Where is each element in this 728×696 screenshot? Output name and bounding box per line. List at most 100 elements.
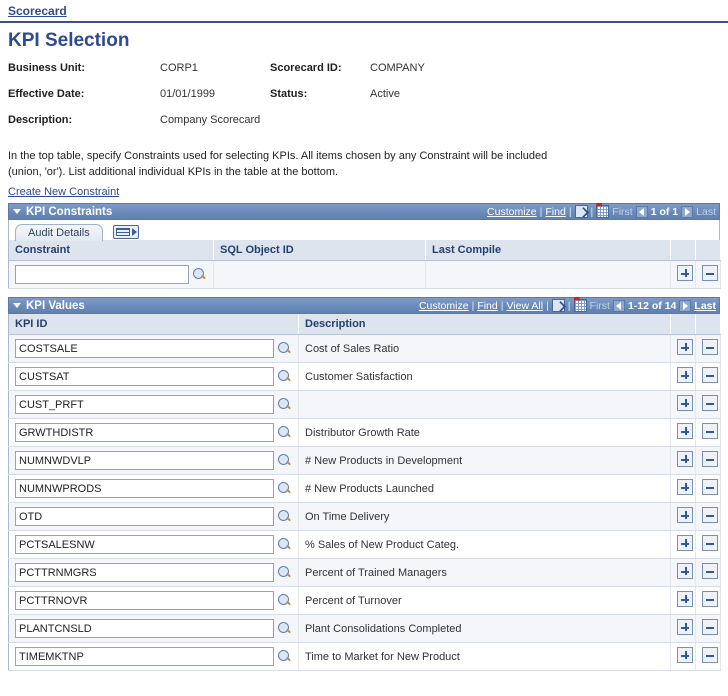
kpi-values-table: KPI ID Description Cost of Sales RatioCu…	[8, 314, 721, 671]
status-value: Active	[370, 88, 400, 100]
lookup-magnifier-icon[interactable]	[278, 537, 292, 552]
kpi-id-input[interactable]	[15, 647, 274, 666]
table-row: # New Products Launched	[8, 474, 721, 503]
delete-row-icon[interactable]	[702, 535, 718, 551]
values-view-all-link[interactable]: View All	[506, 300, 543, 312]
add-row-icon[interactable]	[677, 563, 693, 579]
kpi-id-input[interactable]	[15, 591, 274, 610]
constraints-customize-link[interactable]: Customize	[487, 206, 537, 218]
add-row-icon[interactable]	[677, 619, 693, 635]
tab-audit-details[interactable]: Audit Details	[15, 224, 103, 241]
add-row-cell	[670, 530, 696, 559]
constraints-find-link[interactable]: Find	[545, 206, 565, 218]
lookup-magnifier-icon[interactable]	[278, 425, 292, 440]
kpi-id-input[interactable]	[15, 339, 274, 358]
values-first-label[interactable]: First	[590, 300, 610, 312]
lookup-magnifier-icon[interactable]	[278, 593, 292, 608]
next-arrow-icon[interactable]	[681, 205, 694, 218]
breadcrumb: Scorecard	[0, 0, 728, 18]
constraint-input[interactable]	[15, 265, 189, 284]
next-arrow-icon[interactable]	[679, 299, 692, 312]
constraints-row-counter: 1 of 1	[650, 205, 679, 218]
lookup-magnifier-icon[interactable]	[278, 397, 292, 412]
values-customize-link[interactable]: Customize	[419, 300, 469, 312]
table-row: % Sales of New Product Categ.	[8, 530, 721, 559]
breadcrumb-link-scorecard[interactable]: Scorecard	[8, 4, 67, 18]
add-row-cell	[670, 558, 696, 587]
expand-icon[interactable]	[574, 205, 588, 218]
lookup-magnifier-icon[interactable]	[278, 621, 292, 636]
effective-date-label: Effective Date:	[8, 88, 85, 100]
table-row: Distributor Growth Rate	[8, 418, 721, 447]
delete-row-icon[interactable]	[702, 451, 718, 467]
delete-row-icon[interactable]	[702, 479, 718, 495]
prev-arrow-icon[interactable]	[612, 299, 625, 312]
delete-row-icon[interactable]	[702, 423, 718, 439]
delete-row-icon[interactable]	[702, 507, 718, 523]
lookup-magnifier-icon[interactable]	[278, 565, 292, 580]
add-row-icon[interactable]	[677, 395, 693, 411]
add-row-icon[interactable]	[677, 367, 693, 383]
kpi-id-input[interactable]	[15, 619, 274, 638]
add-row-icon[interactable]	[677, 507, 693, 523]
download-grid-icon[interactable]	[573, 299, 587, 312]
add-row-icon[interactable]	[677, 265, 693, 281]
delete-row-icon[interactable]	[702, 395, 718, 411]
kpi-id-input[interactable]	[15, 507, 274, 526]
delete-row-icon[interactable]	[702, 367, 718, 383]
constraints-header-row: Constraint SQL Object ID Last Compile	[8, 240, 721, 261]
add-row-icon[interactable]	[677, 535, 693, 551]
add-row-icon[interactable]	[677, 339, 693, 355]
table-row: Time to Market for New Product	[8, 642, 721, 671]
add-row-icon[interactable]	[677, 591, 693, 607]
lookup-magnifier-icon[interactable]	[193, 267, 207, 282]
collapse-section-icon[interactable]	[13, 209, 21, 214]
show-all-columns-icon[interactable]	[112, 225, 139, 239]
kpi-id-input[interactable]	[15, 479, 274, 498]
kpi-id-input[interactable]	[15, 535, 274, 554]
delete-row-icon[interactable]	[702, 265, 718, 281]
column-header-add	[670, 240, 696, 261]
expand-icon[interactable]	[551, 299, 565, 312]
table-row: On Time Delivery	[8, 502, 721, 531]
delete-row-icon[interactable]	[702, 591, 718, 607]
column-header-delete	[695, 240, 721, 261]
lookup-magnifier-icon[interactable]	[278, 509, 292, 524]
kpi-values-title: KPI Values	[26, 299, 85, 312]
delete-row-cell	[695, 502, 721, 531]
lookup-magnifier-icon[interactable]	[278, 453, 292, 468]
download-grid-icon[interactable]	[596, 205, 610, 218]
kpi-id-input[interactable]	[15, 563, 274, 582]
kpi-id-cell	[8, 390, 299, 419]
kpi-description-cell: Percent of Turnover	[298, 586, 671, 615]
kpi-constraints-toolbar: Customize | Find | | First 1 of 1 Last	[487, 205, 716, 218]
values-last-label[interactable]: Last	[694, 300, 716, 312]
lookup-magnifier-icon[interactable]	[278, 649, 292, 664]
delete-row-icon[interactable]	[702, 563, 718, 579]
prev-arrow-icon[interactable]	[635, 205, 648, 218]
constraints-first-label[interactable]: First	[612, 206, 632, 218]
delete-row-icon[interactable]	[702, 619, 718, 635]
constraints-last-label[interactable]: Last	[696, 206, 716, 218]
toolbar-separator: |	[500, 299, 504, 312]
kpi-id-input[interactable]	[15, 395, 274, 414]
create-new-constraint-link[interactable]: Create New Constraint	[8, 186, 119, 198]
values-find-link[interactable]: Find	[477, 300, 497, 312]
delete-row-icon[interactable]	[702, 339, 718, 355]
add-row-icon[interactable]	[677, 479, 693, 495]
lookup-magnifier-icon[interactable]	[278, 369, 292, 384]
kpi-constraints-table: Constraint SQL Object ID Last Compile	[8, 240, 721, 289]
add-row-icon[interactable]	[677, 647, 693, 663]
delete-row-icon[interactable]	[702, 647, 718, 663]
add-row-cell	[670, 418, 696, 447]
lookup-magnifier-icon[interactable]	[278, 341, 292, 356]
add-row-icon[interactable]	[677, 423, 693, 439]
collapse-section-icon[interactable]	[13, 303, 21, 308]
kpi-id-input[interactable]	[15, 451, 274, 470]
add-row-icon[interactable]	[677, 451, 693, 467]
kpi-id-cell	[8, 446, 299, 475]
kpi-id-input[interactable]	[15, 367, 274, 386]
lookup-magnifier-icon[interactable]	[278, 481, 292, 496]
kpi-id-input[interactable]	[15, 423, 274, 442]
table-row	[8, 390, 721, 419]
